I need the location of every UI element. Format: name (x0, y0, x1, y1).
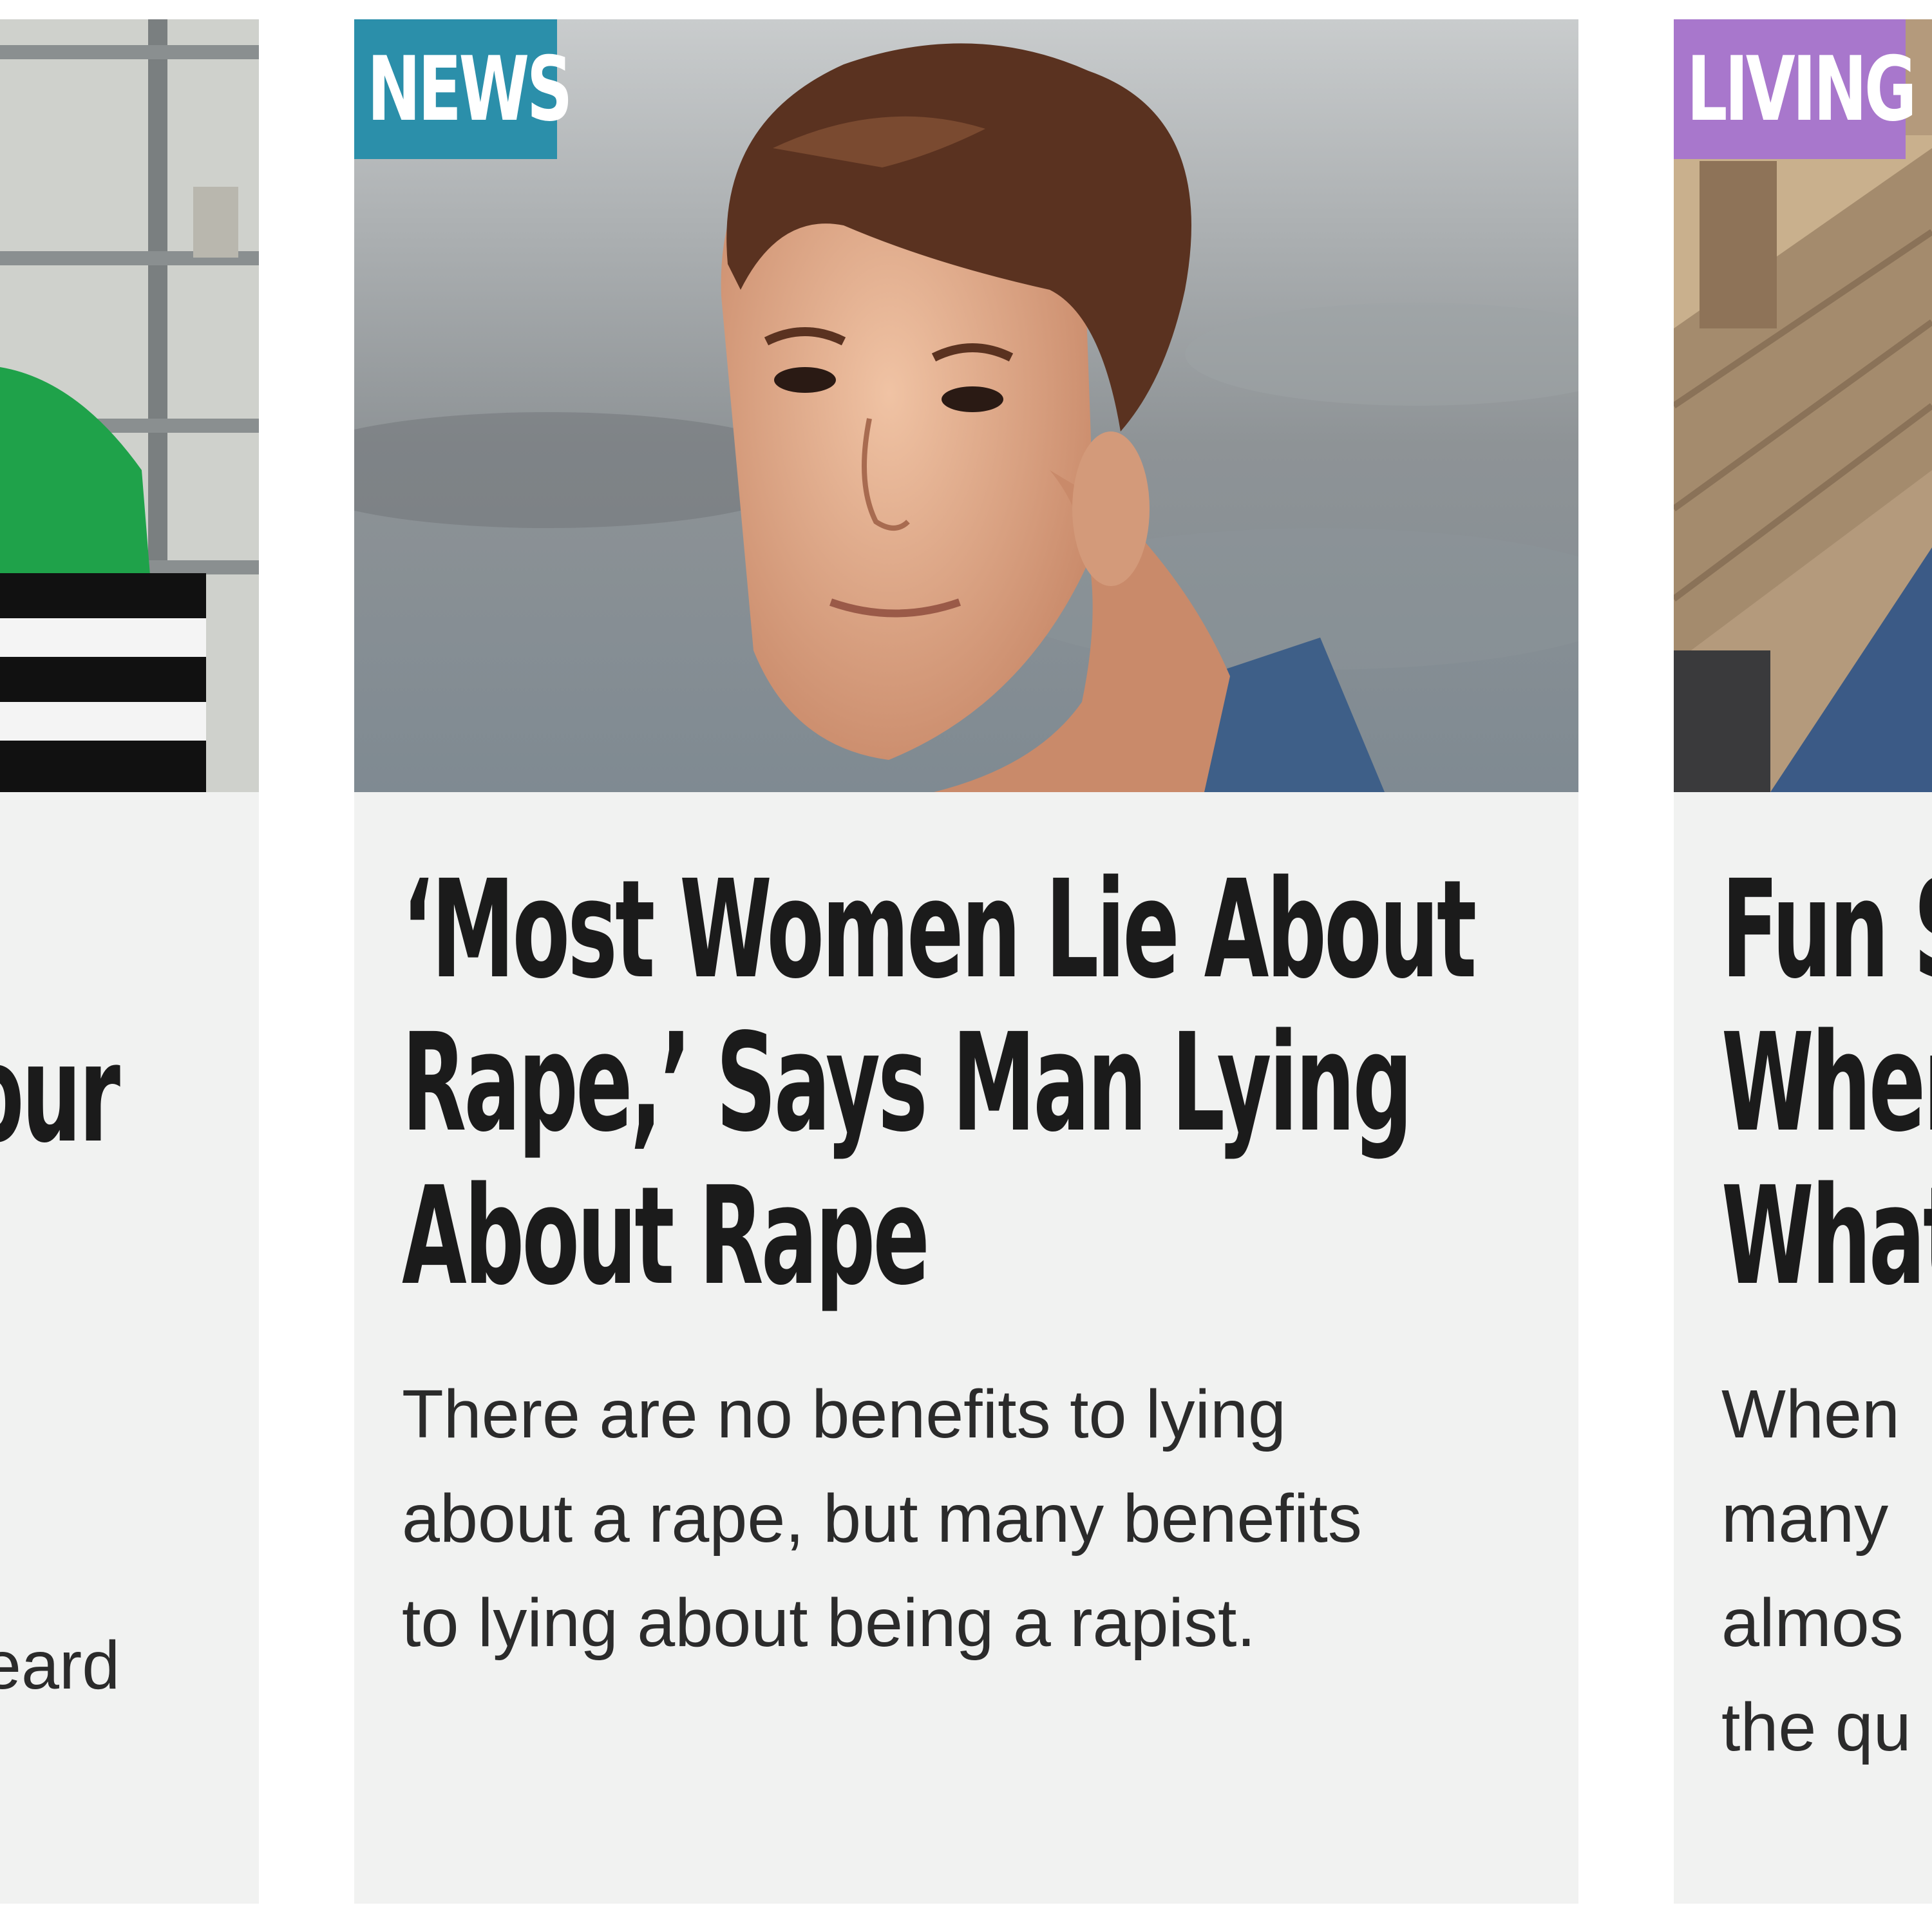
headline-line-2: When (1721, 1004, 1932, 1162)
dek-line-1: When (1721, 1376, 1900, 1452)
headline-line-1: Fun S (1721, 851, 1932, 1009)
dek-line-2: about a rape, but many benefits (402, 1481, 1362, 1557)
category-badge-news[interactable]: NEWS (354, 19, 573, 159)
dek-line-2: many (1721, 1481, 1889, 1557)
article-card-left[interactable]: our eard (0, 19, 259, 1904)
article-thumbnail-news[interactable]: NEWS (354, 19, 1578, 792)
article-headline-left[interactable]: our (0, 1015, 120, 1173)
article-headline-news[interactable]: ‘Most Women Lie About Rape,’ Says Man Ly… (402, 851, 1477, 1315)
dek-line-3: almos (1721, 1585, 1904, 1661)
article-dek-living: When many almos the qu (1721, 1362, 1911, 1779)
category-badge-living[interactable]: LIVING (1674, 19, 1917, 159)
headline-fragment: our (0, 1015, 120, 1173)
headline-line-3: About Rape (402, 1157, 930, 1315)
article-headline-living[interactable]: Fun S When What (1721, 853, 1932, 1313)
dek-line-4: the qu (1721, 1689, 1911, 1765)
headline-line-1: ‘Most Women Lie About (402, 851, 1477, 1009)
article-card-living[interactable]: LIVING Fun S When What When many almos t… (1674, 19, 1932, 1904)
shelf-photo (0, 19, 259, 792)
dek-line-1: There are no benefits to lying (402, 1376, 1286, 1452)
headline-line-3: What (1721, 1157, 1932, 1315)
article-dek-left: eard (0, 1613, 120, 1718)
article-card-news[interactable]: NEWS ‘Most Women Lie About Rape,’ Says M… (354, 19, 1578, 1904)
headline-line-2: Rape,’ Says Man Lying (402, 1004, 1413, 1162)
article-dek-news: There are no benefits to lying about a r… (402, 1362, 1362, 1675)
dek-fragment: eard (0, 1627, 120, 1703)
dek-line-3: to lying about being a rapist. (402, 1585, 1256, 1661)
article-thumbnail-left[interactable] (0, 19, 259, 792)
article-thumbnail-living[interactable]: LIVING (1674, 19, 1932, 792)
category-label: NEWS (367, 37, 573, 141)
category-label: LIVING (1687, 37, 1917, 141)
